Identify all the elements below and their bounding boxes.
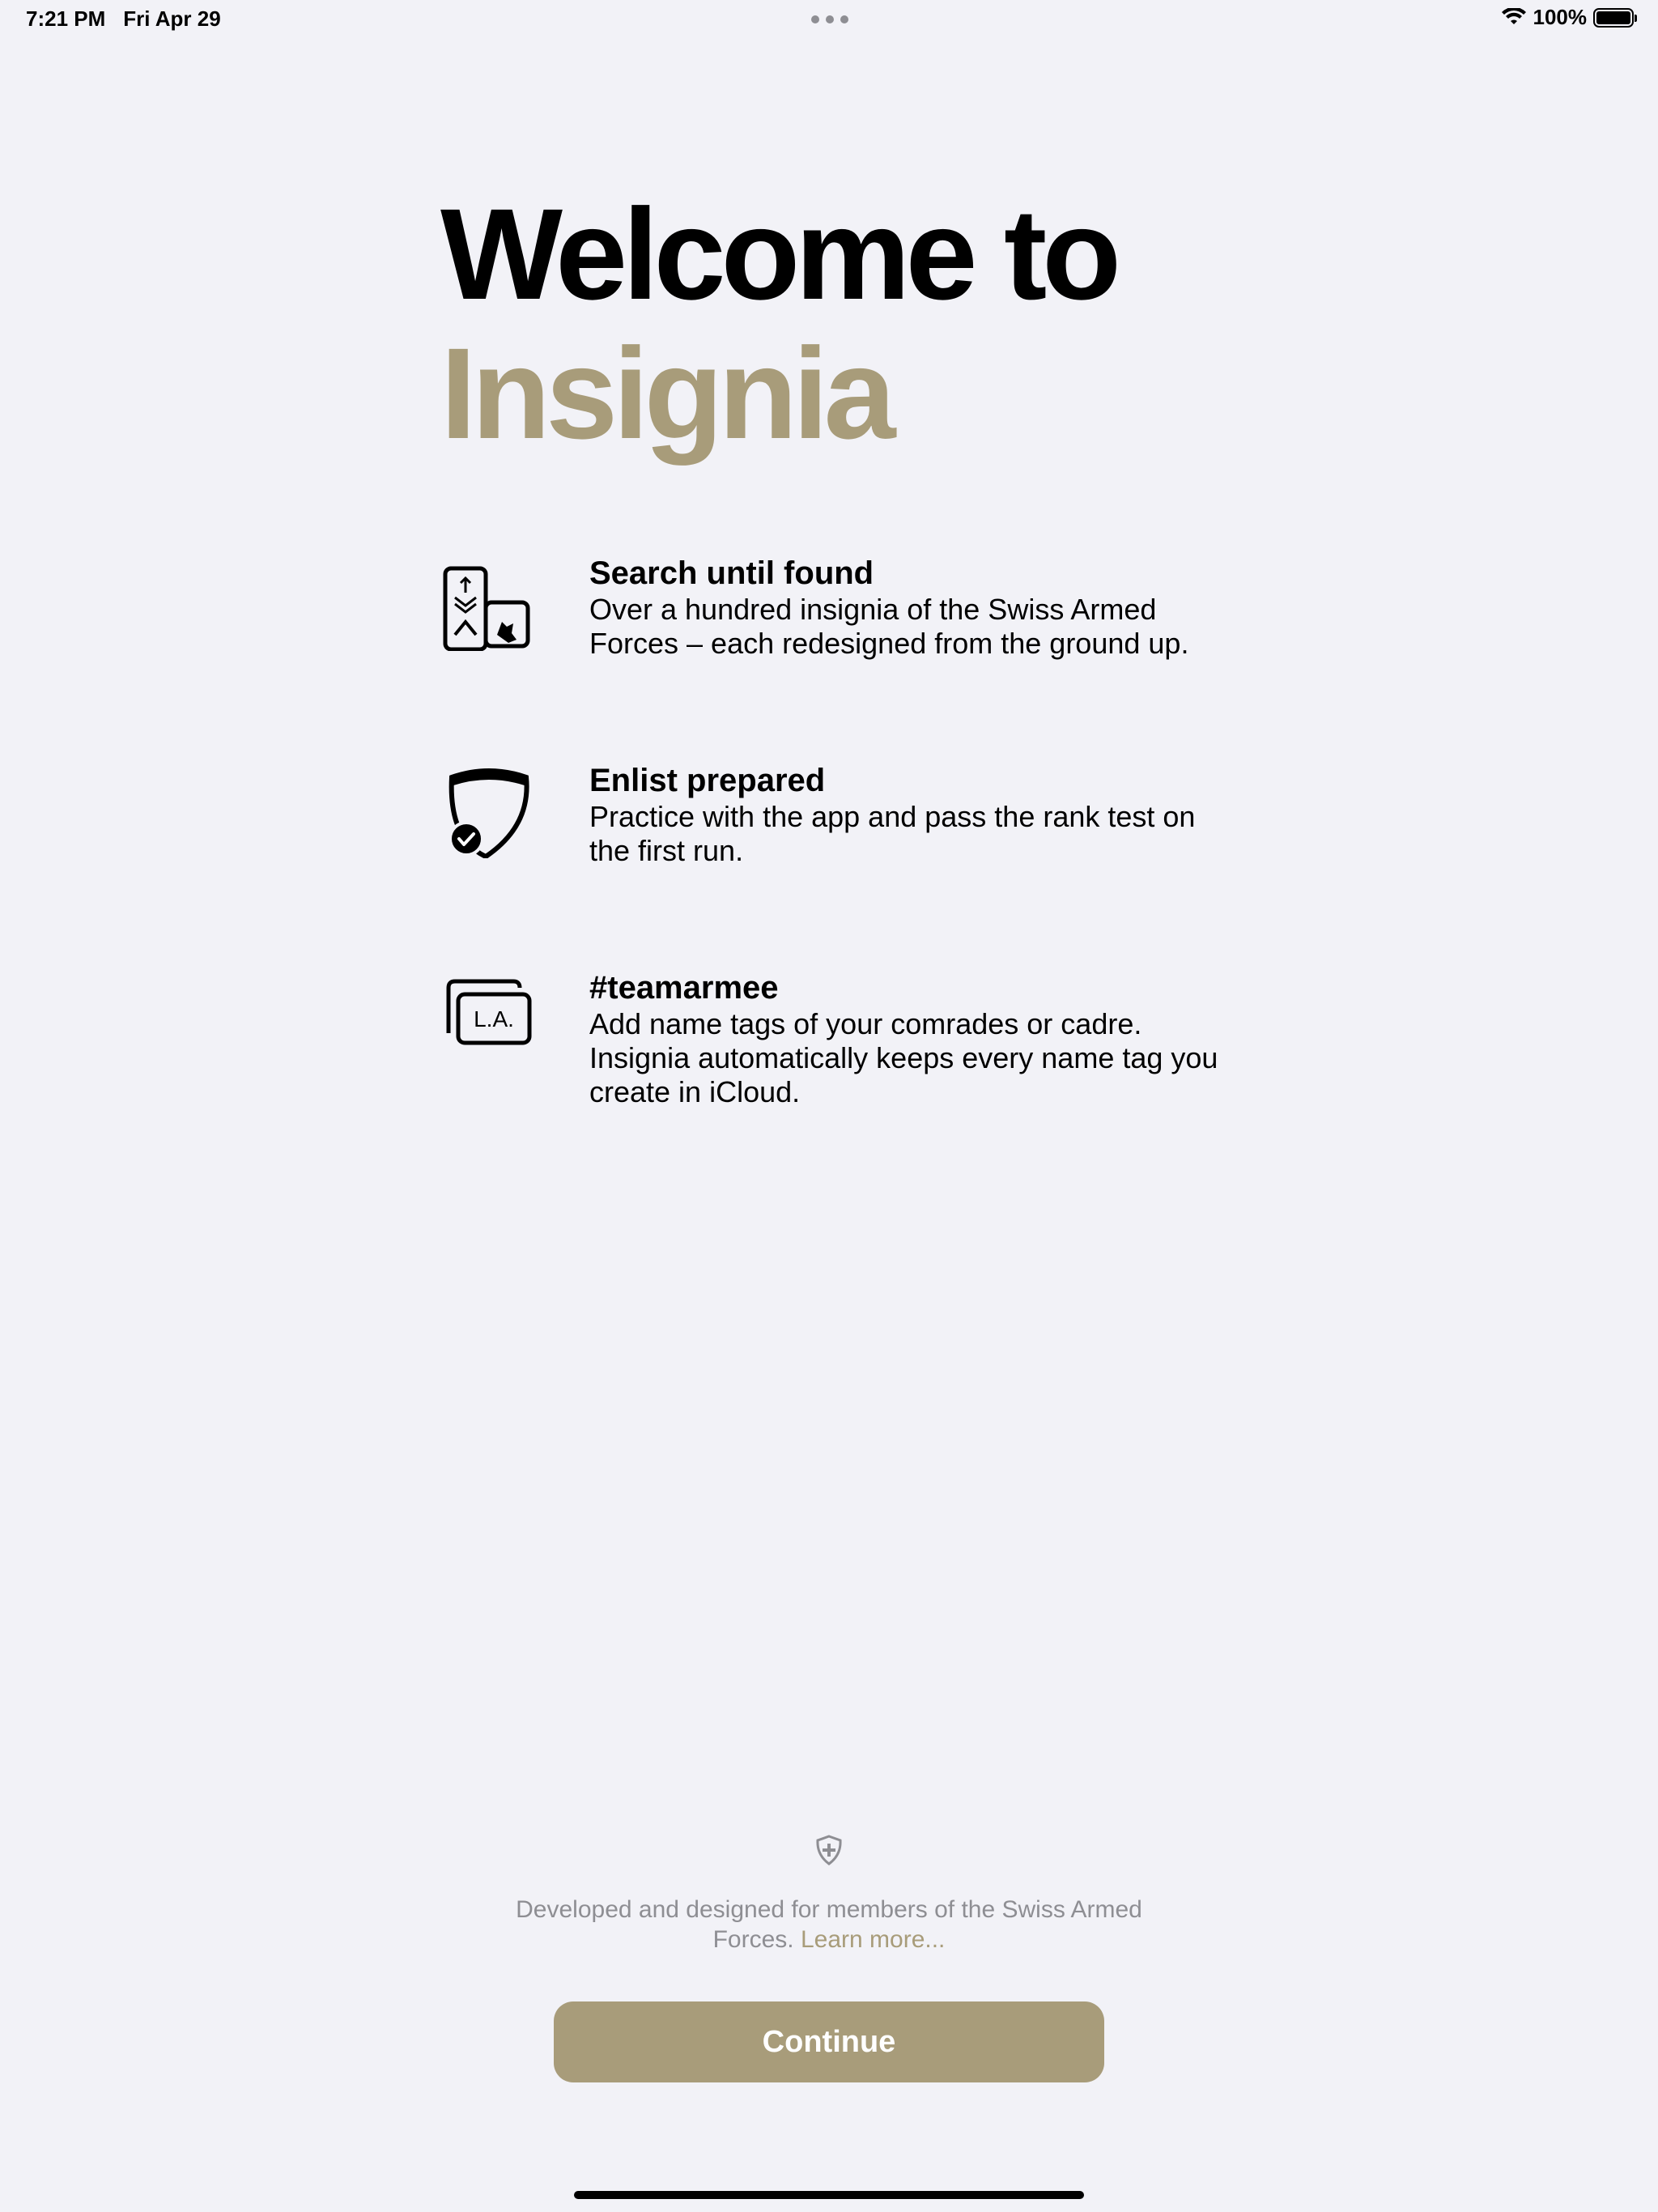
name-tags-icon: L.A. [446, 979, 532, 1045]
feature-title: Search until found [589, 555, 874, 591]
feature-description: Add name tags of your comrades or cadre.… [589, 1007, 1218, 1108]
status-time: 7:21 PM [26, 6, 106, 31]
welcome-title: Welcome to Insignia [440, 181, 1121, 466]
feature-teamarmee-text: #teamarmee Add name tags of your comrade… [589, 968, 1237, 1109]
feature-title: #teamarmee [589, 970, 779, 1006]
swiss-shield-icon [816, 1835, 842, 1865]
shield-checkmark-icon [449, 768, 529, 858]
wifi-icon [1501, 7, 1526, 24]
status-bar-left: 7:21 PM Fri Apr 29 [26, 6, 221, 32]
name-tag-label: L.A. [474, 1006, 514, 1032]
home-indicator[interactable] [574, 2191, 1084, 2199]
footer-text: Developed and designed for members of th… [505, 1895, 1153, 1955]
feature-enlist-text: Enlist prepared Practice with the app an… [589, 761, 1237, 868]
feature-title: Enlist prepared [589, 763, 826, 798]
battery-icon [1593, 7, 1637, 28]
continue-button[interactable]: Continue [554, 2001, 1104, 2082]
multitasking-dots-icon[interactable] [811, 15, 848, 23]
learn-more-link[interactable]: Learn more... [801, 1926, 945, 1953]
insignia-cards-icon [443, 566, 530, 651]
welcome-title-line1: Welcome to [440, 181, 1121, 326]
battery-fill [1596, 11, 1630, 24]
feature-description: Over a hundred insignia of the Swiss Arm… [589, 593, 1189, 660]
status-bar-right: 100% [1501, 5, 1637, 30]
feature-search-text: Search until found Over a hundred insign… [589, 554, 1237, 661]
battery-percent: 100% [1533, 5, 1588, 29]
welcome-title-app-name: Insignia [440, 321, 896, 466]
feature-description: Practice with the app and pass the rank … [589, 800, 1196, 867]
status-date: Fri Apr 29 [123, 6, 221, 31]
